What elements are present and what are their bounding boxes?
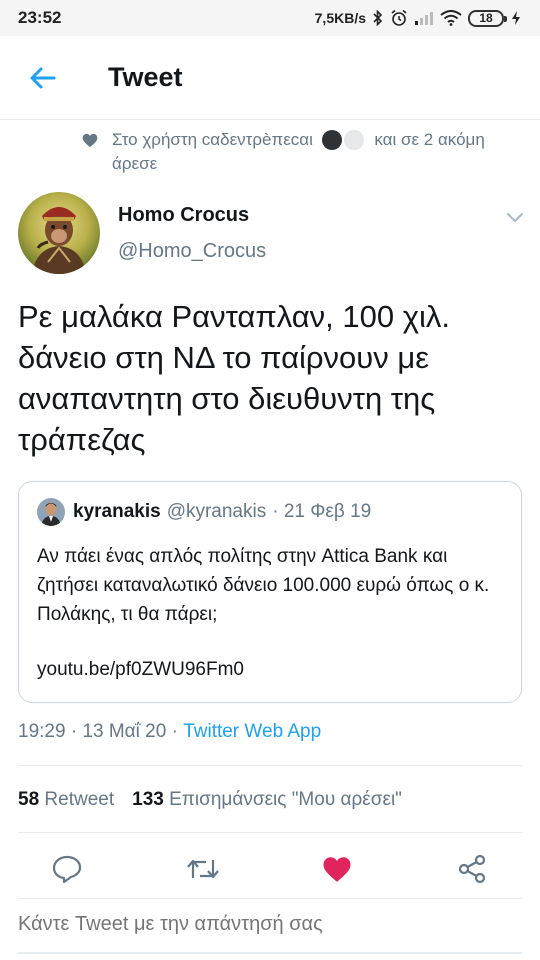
author-name[interactable]: Homo Crocus	[118, 204, 249, 227]
network-speed: 7,5KB/s	[314, 10, 366, 26]
retweets-label: Retweet	[44, 789, 115, 810]
author-avatar[interactable]	[18, 192, 100, 274]
social-context[interactable]: Στο χρήστη cαδεντρèπεcαι και σε 2 ακόμη …	[82, 128, 512, 175]
alarm-icon	[390, 9, 408, 27]
social-context-text: Στο χρήστη cαδεντρèπεcαι και σε 2 ακόμη …	[112, 128, 512, 175]
reply-button[interactable]	[50, 852, 84, 886]
quoted-tweet[interactable]: kyranakis @kyranakis · 21 Φεβ 19 Αν πάει…	[18, 481, 522, 703]
retweet-button[interactable]	[186, 852, 220, 886]
likes-stat[interactable]: 133 Επισημάνσεις "Μου αρέσει"	[132, 789, 402, 811]
quoted-tweet-header: kyranakis @kyranakis · 21 Φεβ 19	[37, 498, 371, 526]
quoted-date: · 21 Φεβ 19	[272, 501, 372, 522]
divider	[18, 832, 522, 833]
quoted-tweet-text: Αν πάει ένας απλός πολίτης στην Attica B…	[37, 546, 490, 625]
top-bar: Tweet	[0, 36, 540, 120]
chevron-down-icon	[507, 213, 523, 223]
heart-icon	[82, 133, 98, 148]
like-button[interactable]	[320, 852, 354, 886]
source-app-link[interactable]: Twitter Web App	[183, 721, 321, 742]
page-title: Tweet	[108, 62, 183, 92]
quoted-tweet-link[interactable]: youtu.be/pf0ZWU96Fm0	[37, 659, 244, 681]
back-button[interactable]	[14, 50, 70, 106]
share-button[interactable]	[455, 852, 489, 886]
tweet-stats: 58 Retweet 133 Επισημάνσεις "Μου αρέσει"	[18, 789, 402, 811]
status-icons: 7,5KB/s 18	[315, 9, 522, 27]
reply-underline	[18, 952, 522, 954]
reply-composer	[18, 898, 522, 954]
bluetooth-icon	[372, 10, 384, 26]
author-handle[interactable]: @Homo_Crocus	[118, 240, 266, 263]
battery-icon: 18	[468, 9, 507, 27]
likes-label: Επισημάνσεις "Μου αρέσει"	[169, 789, 402, 810]
status-bar: 23:52 7,5KB/s 18	[0, 0, 540, 36]
battery-level: 18	[479, 11, 493, 25]
liked-by-text: Στο χρήστη cαδεντρèπεcαι	[112, 130, 313, 149]
divider	[18, 765, 522, 766]
light-dot-icon	[343, 129, 364, 150]
reply-input[interactable]	[18, 913, 522, 936]
signal-icon	[414, 10, 434, 26]
tweet-text: Ρε μαλάκα Ρανταπλαν, 100 χιλ. δάνειο στη…	[18, 299, 451, 457]
emoji-dots	[321, 129, 364, 150]
reply-icon	[52, 855, 82, 883]
like-heart-icon	[323, 856, 351, 882]
tweet-meta: 19:29 · 13 Μαΐ 20 · Twitter Web App	[18, 721, 321, 743]
status-time: 23:52	[18, 8, 62, 27]
dark-dot-icon	[321, 129, 342, 150]
retweet-icon	[187, 859, 219, 879]
wifi-icon	[440, 10, 462, 26]
likes-count: 133	[132, 789, 164, 810]
back-arrow-icon	[30, 67, 56, 88]
quoted-author-name: kyranakis	[73, 501, 161, 522]
tweet-actions	[0, 846, 540, 892]
share-icon	[458, 854, 486, 884]
quoted-author-avatar	[37, 498, 65, 526]
charging-icon	[510, 10, 522, 26]
retweets-stat[interactable]: 58 Retweet	[18, 789, 114, 811]
tweet-timestamp: 19:29 · 13 Μαΐ 20 ·	[18, 721, 178, 742]
quoted-author-handle: @kyranakis	[166, 501, 267, 522]
tweet-options-button[interactable]	[504, 206, 526, 228]
retweets-count: 58	[18, 789, 40, 810]
